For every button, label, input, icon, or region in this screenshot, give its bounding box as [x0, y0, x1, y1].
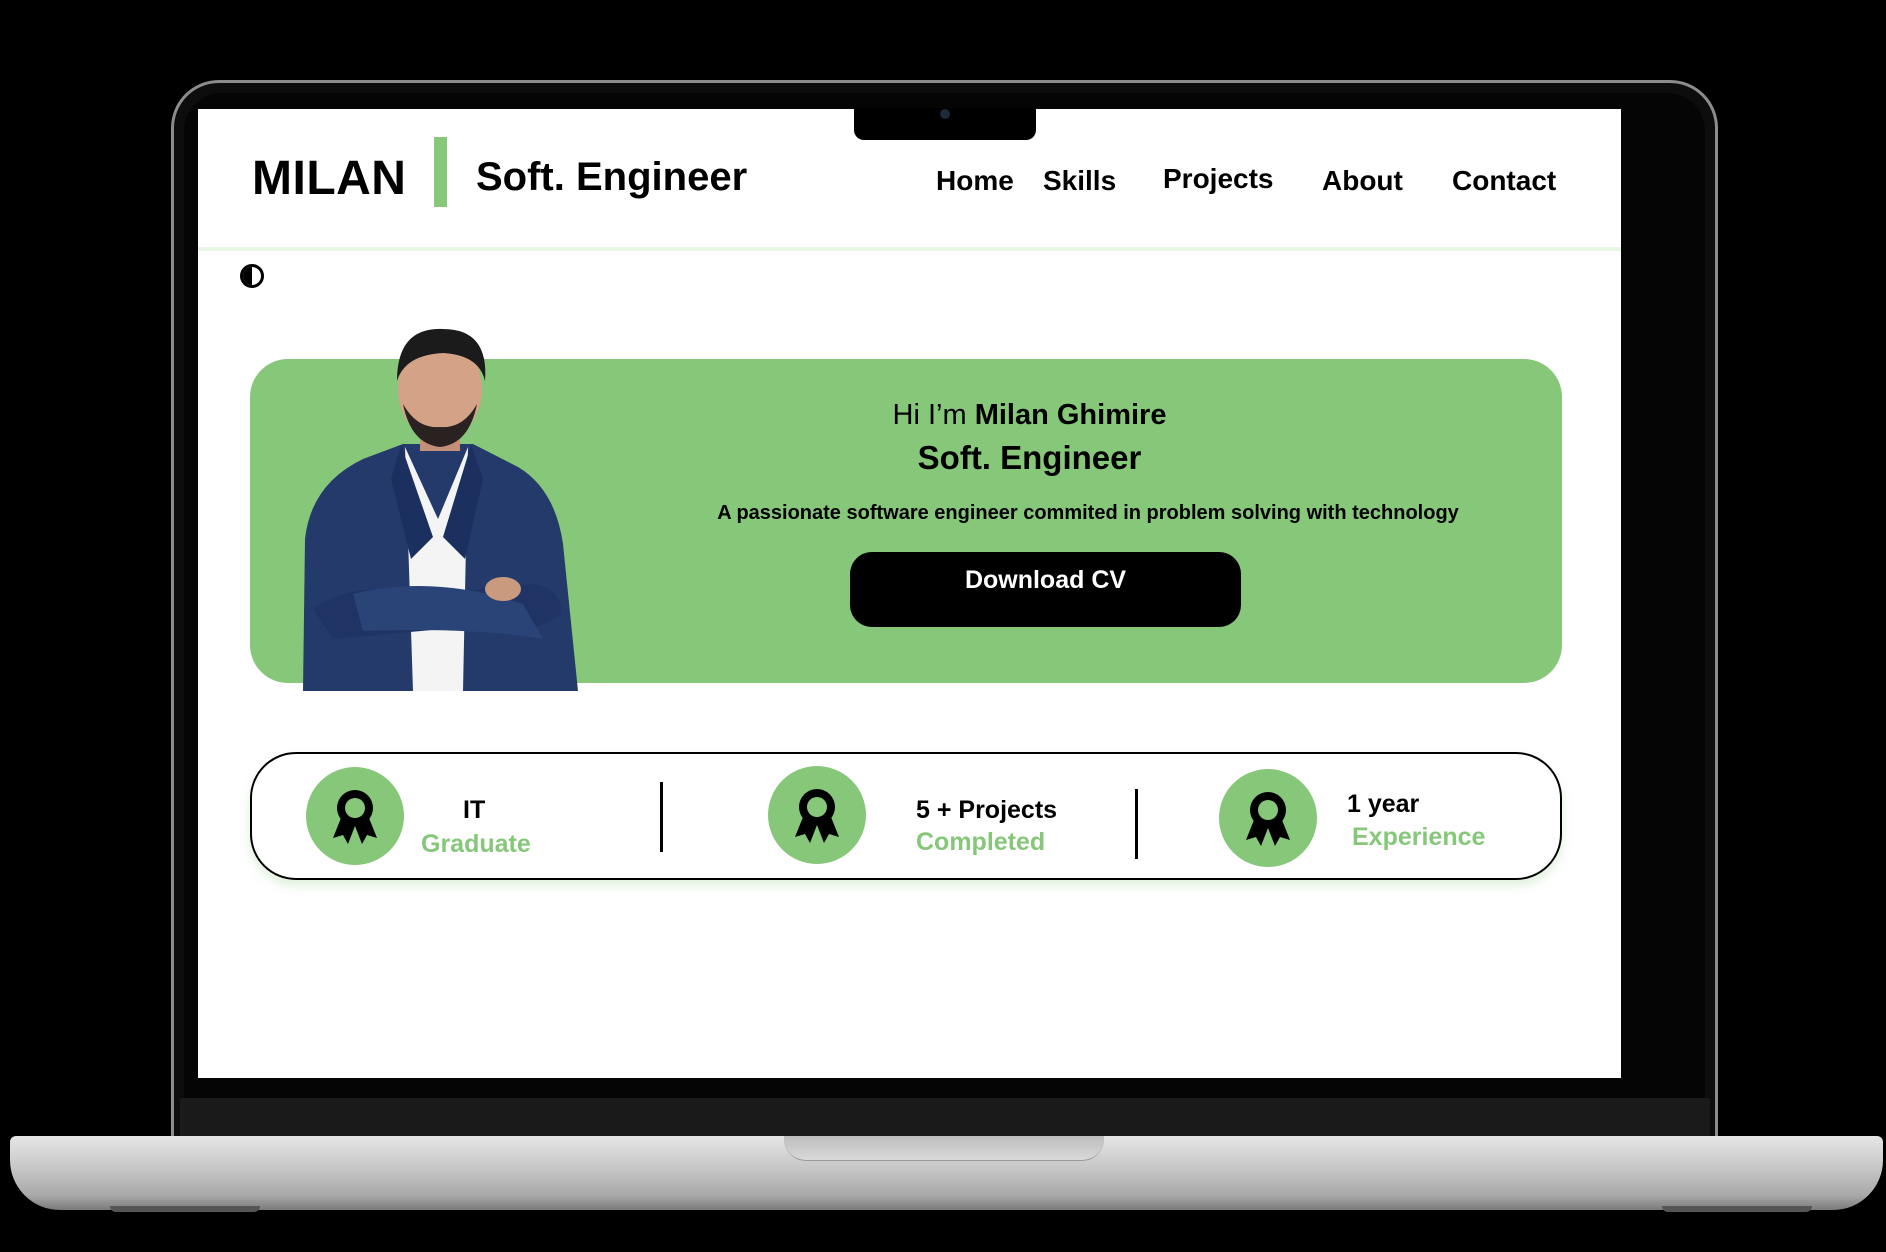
stat-3-bottom: Experience	[1352, 823, 1486, 851]
laptop-chin	[180, 1098, 1710, 1138]
nav-skills[interactable]: Skills	[1043, 165, 1116, 197]
laptop-foot-right	[1662, 1206, 1812, 1212]
stat-divider	[1135, 789, 1138, 859]
hero-greeting: Hi I’m Milan Ghimire	[198, 399, 1621, 432]
hero-title: Soft. Engineer	[917, 439, 1142, 476]
brand-name[interactable]: MILAN	[252, 151, 406, 206]
nav-contact[interactable]: Contact	[1452, 165, 1556, 197]
nav-home[interactable]: Home	[936, 165, 1014, 197]
contrast-icon[interactable]	[240, 264, 264, 288]
hero-name: Milan Ghimire	[974, 399, 1167, 431]
camera-icon	[940, 109, 950, 119]
award-ribbon-icon	[1219, 769, 1317, 867]
hero-description: A passionate software engineer commited …	[717, 502, 1459, 524]
laptop-screen: MILAN Soft. Engineer Home Skills Project…	[198, 109, 1621, 1078]
award-ribbon-icon	[768, 766, 866, 864]
nav-about[interactable]: About	[1322, 165, 1403, 197]
stat-1-bottom: Graduate	[421, 830, 531, 858]
award-ribbon-icon	[306, 767, 404, 865]
profile-photo	[303, 328, 578, 691]
stat-3-top: 1 year	[1347, 790, 1420, 818]
greeting-prefix: Hi I’m	[892, 399, 975, 431]
nav-projects[interactable]: Projects	[1163, 163, 1274, 195]
brand-role: Soft. Engineer	[476, 155, 748, 199]
stat-divider	[660, 782, 663, 852]
brand-divider	[434, 137, 447, 207]
stat-1-top: IT	[463, 796, 486, 824]
laptop-base-notch	[784, 1136, 1104, 1161]
stat-2-bottom: Completed	[916, 828, 1046, 856]
download-cv-button[interactable]: Download CV	[850, 552, 1241, 627]
laptop-foot-left	[110, 1206, 260, 1212]
stat-2-top: 5 + Projects	[916, 796, 1058, 824]
